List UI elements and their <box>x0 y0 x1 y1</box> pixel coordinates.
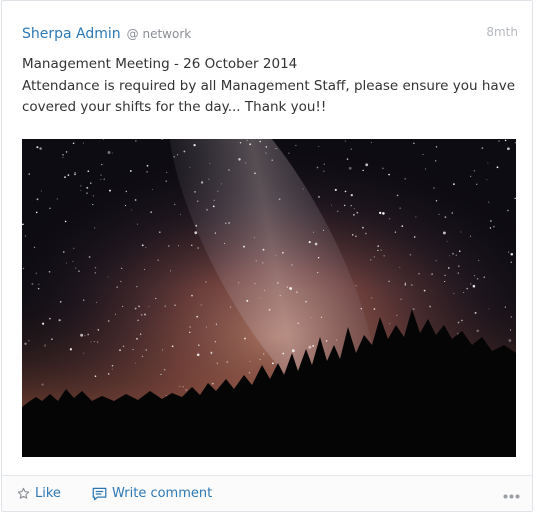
more-options-button[interactable] <box>503 476 520 511</box>
audience-label[interactable]: @ network <box>127 27 192 41</box>
post-message-line: Attendance is required by all Management… <box>22 77 516 116</box>
post-title-line: Management Meeting - 26 October 2014 <box>22 56 298 72</box>
like-button[interactable]: Like <box>17 476 61 511</box>
author-link[interactable]: Sherpa Admin <box>22 26 121 42</box>
write-comment-button[interactable]: Write comment <box>92 476 212 511</box>
like-label: Like <box>35 486 61 501</box>
post-card: Sherpa Admin @ network 8mth Management Me… <box>1 0 533 512</box>
post-image[interactable] <box>22 139 516 457</box>
post-body: Management Meeting - 26 October 2014 Att… <box>22 54 518 119</box>
night-sky-image <box>22 139 516 457</box>
comment-icon <box>92 487 107 501</box>
post-header: Sherpa Admin @ network 8mth <box>22 23 518 45</box>
post-actions-bar: Like Write comment <box>2 475 532 511</box>
write-comment-label: Write comment <box>112 486 213 501</box>
ellipsis-icon <box>503 484 520 503</box>
star-outline-icon <box>17 487 30 500</box>
post-timestamp: 8mth <box>486 25 518 39</box>
